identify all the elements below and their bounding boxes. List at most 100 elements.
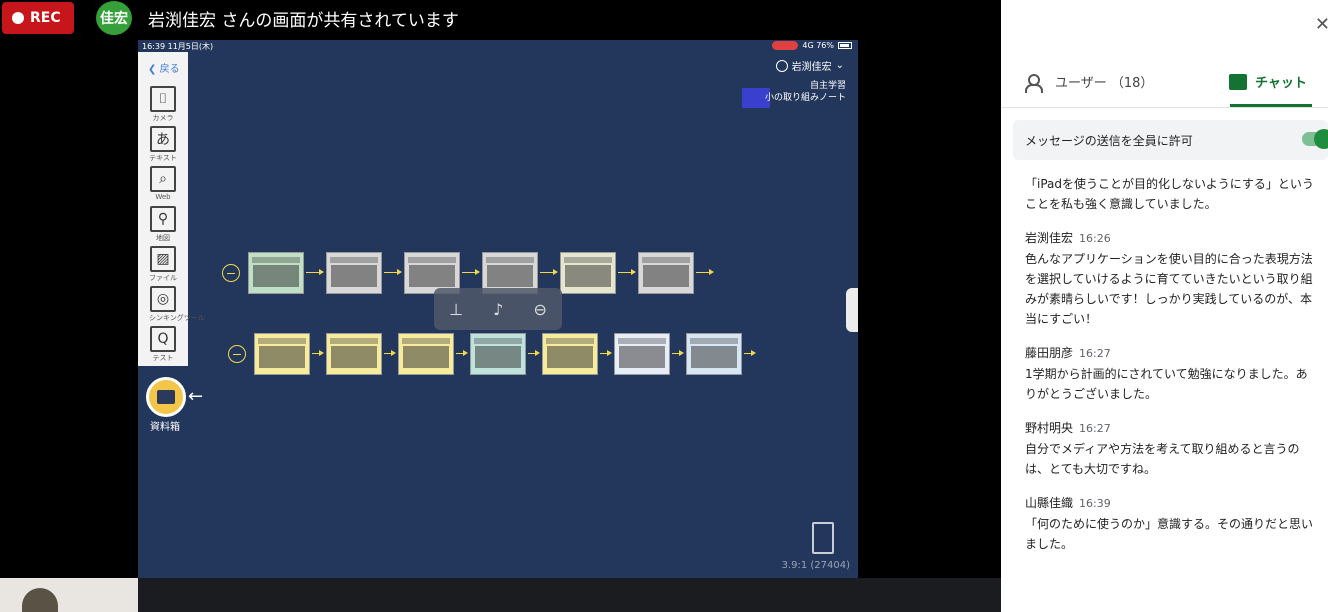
resource-box-label: 資料箱 — [150, 422, 180, 433]
thinking-tool-icon: ◎ — [150, 286, 176, 312]
chat-message-list: … 「iPadを使うことが目的化しないようにする」ということを私も強く意識してい… — [1025, 168, 1317, 568]
test-icon: Q — [150, 326, 176, 352]
flow-arrow — [306, 269, 324, 275]
card-thumbnail — [331, 265, 377, 287]
text-icon: あ — [150, 126, 176, 152]
tool-3[interactable]: ⚲ 地図 — [149, 206, 177, 243]
resource-box-button[interactable] — [146, 377, 186, 417]
flow-arrow — [456, 350, 468, 356]
chat-message: 野村明央 16:27 自分でメディアや方法を考えて取り組めると言うのは、とても大切で… — [1025, 418, 1317, 479]
flow-arrow — [462, 269, 480, 275]
tab-users-label: ユーザー （18） — [1055, 76, 1154, 91]
chat-icon — [1229, 73, 1247, 90]
flow-arrow — [384, 350, 396, 356]
map-icon: ⚲ — [150, 206, 176, 232]
tab-users[interactable]: ユーザー （18） — [1025, 72, 1154, 93]
row2-card[interactable] — [398, 333, 454, 375]
record-dot-icon — [12, 12, 24, 24]
tool-sidebar: ❮ 戻る ⌷ カメラあテキスト ⌕ Web ⚲ 地図 ▨ ファイル ◎ シンキングツール Q テスト — [138, 52, 205, 366]
card-thumbnail — [487, 265, 533, 287]
tool-0[interactable]: ⌷ カメラ — [149, 86, 177, 123]
message-header: 山縣佳織 16:39 — [1025, 493, 1317, 514]
flow-arrow — [600, 350, 612, 356]
message-text: 1学期から計画的にされていて勉強になりました。ありがとうございました。 — [1025, 367, 1308, 401]
tool-1[interactable]: あテキスト — [149, 126, 177, 163]
card-thumbnail — [409, 265, 455, 287]
collapse-row1-icon[interactable] — [222, 264, 240, 282]
card-title-strip — [642, 257, 690, 263]
file-image-icon: ▨ — [150, 246, 176, 272]
message-text: 自分でメディアや方法を考えて取り組めると言うのは、とても大切ですね。 — [1025, 442, 1300, 476]
camera-icon: ⌷ — [150, 86, 176, 112]
status-date: 11月5日(木) — [167, 42, 214, 51]
user-menu[interactable]: 岩渕佳宏 ⌄ — [775, 58, 844, 73]
row2-card[interactable] — [542, 333, 598, 375]
row2-card[interactable] — [614, 333, 670, 375]
side-handle[interactable] — [846, 288, 858, 332]
rec-label: REC — [30, 10, 61, 26]
ipad-status-bar: 16:39 11月5日(木) 4G 76% — [138, 40, 858, 52]
flow-arrow — [672, 350, 684, 356]
collapse-row2-icon[interactable] — [228, 345, 246, 363]
mic-icon[interactable]: ♪ — [493, 300, 503, 319]
card-thumbnail — [403, 346, 449, 368]
tab-chat[interactable]: チャット — [1229, 72, 1307, 91]
allow-messages-row: メッセージの送信を全員に許可 — [1013, 120, 1328, 160]
note-title: 自主学習 小の取り組みノート — [765, 80, 846, 104]
sender-name: 岩渕佳宏 — [1025, 231, 1074, 245]
card-thumbnail — [259, 346, 305, 368]
pin-icon[interactable]: ⊥ — [449, 300, 463, 319]
bottom-strip — [138, 578, 1001, 612]
sender-name: 藤田朋彦 — [1025, 346, 1074, 360]
tool-5[interactable]: ◎ シンキングツール — [149, 286, 205, 323]
row2-card[interactable] — [686, 333, 742, 375]
row2-card[interactable] — [254, 333, 310, 375]
tool-label: ファイル — [149, 274, 177, 282]
message-header: 藤田朋彦 16:27 — [1025, 343, 1317, 364]
shared-screen: 16:39 11月5日(木) 4G 76% ❮ 戻る ⌷ カメラあテキスト ⌕ Web… — [138, 40, 858, 578]
trash-icon[interactable] — [812, 522, 834, 554]
row1-card[interactable] — [326, 252, 382, 294]
tray-icon — [157, 390, 175, 404]
tool-label: カメラ — [152, 114, 174, 122]
message-header: 野村明央 16:27 — [1025, 418, 1317, 439]
close-icon[interactable]: ✕ — [1315, 14, 1328, 35]
minus-circle-icon[interactable]: ⊖ — [534, 300, 547, 319]
back-button[interactable]: ❮ 戻る — [148, 60, 180, 75]
card-title-strip — [330, 338, 378, 344]
card-thumbnail — [619, 346, 665, 368]
user-icon — [775, 59, 788, 72]
card-title-strip — [408, 257, 456, 263]
tool-label: シンキングツール — [149, 314, 205, 322]
chat-message: 山縣佳織 16:39 「何のために使うのか」意識する。その通りだと思いました。 — [1025, 493, 1317, 554]
flow-arrow — [618, 269, 636, 275]
tool-6[interactable]: Q テスト — [149, 326, 177, 363]
flow-arrow — [384, 269, 402, 275]
message-header: 岩渕佳宏 16:26 — [1025, 228, 1317, 249]
tool-2[interactable]: ⌕ Web — [149, 166, 177, 201]
tab-chat-label: チャット — [1255, 76, 1307, 91]
card-title-strip — [330, 257, 378, 263]
users-icon — [1025, 73, 1047, 93]
card-title-strip — [402, 338, 450, 344]
row1-card[interactable] — [248, 252, 304, 294]
message-time: 16:26 — [1079, 232, 1111, 245]
row1-card[interactable] — [638, 252, 694, 294]
flow-arrow — [696, 269, 714, 275]
note-title-line1: 自主学習 — [809, 81, 846, 91]
battery-icon — [838, 42, 852, 49]
card-thumbnail — [643, 265, 689, 287]
card-title-strip — [252, 257, 300, 263]
sender-name: 野村明央 — [1025, 421, 1074, 435]
allow-messages-toggle[interactable] — [1302, 129, 1328, 149]
web-search-icon: ⌕ — [150, 166, 176, 192]
status-time: 16:39 11月5日(木) — [142, 41, 213, 52]
row2-card[interactable] — [326, 333, 382, 375]
message-time: 16:27 — [1079, 347, 1111, 360]
row2-card[interactable] — [470, 333, 526, 375]
note-title-line2: 小の取り組みノート — [764, 93, 846, 103]
card-thumbnail — [547, 346, 593, 368]
tool-4[interactable]: ▨ ファイル — [149, 246, 177, 283]
row1-card[interactable] — [560, 252, 616, 294]
card-title-strip — [486, 257, 534, 263]
